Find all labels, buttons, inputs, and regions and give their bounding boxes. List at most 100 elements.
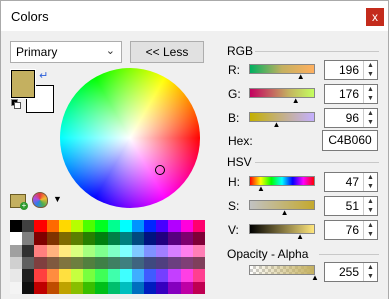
palette-swatch[interactable] bbox=[131, 256, 145, 270]
palette-swatch[interactable] bbox=[168, 269, 181, 282]
palette-swatch[interactable] bbox=[168, 244, 181, 257]
palette-swatch[interactable] bbox=[46, 256, 59, 270]
palette-swatch[interactable] bbox=[83, 281, 96, 294]
palette-swatch[interactable] bbox=[70, 256, 84, 270]
palette-swatch[interactable] bbox=[83, 244, 96, 257]
swap-colors-icon[interactable]: ↵ bbox=[39, 69, 48, 82]
palette-swatch[interactable] bbox=[156, 220, 169, 233]
palette-swatch[interactable] bbox=[168, 256, 181, 270]
green-value-input[interactable]: 176 ▲ ▼ bbox=[324, 84, 378, 104]
palette-swatch[interactable] bbox=[144, 269, 157, 282]
palette-swatch[interactable] bbox=[156, 232, 169, 245]
palette-swatch[interactable] bbox=[95, 232, 108, 245]
palette-swatch[interactable] bbox=[107, 220, 120, 233]
color-mode-select[interactable]: Primary ⌄ bbox=[10, 41, 122, 63]
palette-icon[interactable] bbox=[32, 192, 48, 208]
palette-swatch[interactable] bbox=[58, 281, 71, 294]
palette-swatch[interactable] bbox=[10, 232, 23, 245]
palette-swatch[interactable] bbox=[22, 269, 35, 282]
palette-swatch[interactable] bbox=[107, 269, 120, 282]
palette-swatch[interactable] bbox=[131, 232, 145, 245]
palette-swatch[interactable] bbox=[34, 269, 47, 282]
palette-swatch[interactable] bbox=[34, 256, 47, 270]
palette-swatch[interactable] bbox=[168, 220, 181, 233]
palette-swatch[interactable] bbox=[10, 256, 23, 270]
palette-swatch[interactable] bbox=[119, 244, 132, 257]
palette-swatch[interactable] bbox=[22, 256, 35, 270]
green-slider-thumb[interactable]: ▲ bbox=[292, 97, 300, 105]
alpha-slider-thumb[interactable]: ▲ bbox=[311, 274, 319, 282]
palette-swatch[interactable] bbox=[180, 220, 193, 233]
palette-swatch[interactable] bbox=[180, 244, 193, 257]
palette-swatch[interactable] bbox=[58, 232, 71, 245]
red-value-input[interactable]: 196 ▲ ▼ bbox=[324, 60, 378, 80]
palette-swatch[interactable] bbox=[144, 232, 157, 245]
hue-value-input[interactable]: 47 ▲ ▼ bbox=[324, 172, 378, 192]
palette-swatch[interactable] bbox=[192, 232, 205, 245]
red-slider-thumb[interactable]: ▲ bbox=[297, 73, 305, 81]
palette-swatch[interactable] bbox=[119, 269, 132, 282]
alpha-gradient-slider[interactable] bbox=[249, 265, 315, 275]
palette-swatch[interactable] bbox=[46, 244, 59, 257]
palette-swatch[interactable] bbox=[144, 244, 157, 257]
palette-swatch[interactable] bbox=[22, 244, 35, 257]
blue-slider-thumb[interactable]: ▲ bbox=[273, 121, 281, 129]
palette-swatch[interactable] bbox=[119, 256, 132, 270]
blue-spin-arrows[interactable]: ▲ ▼ bbox=[363, 109, 377, 127]
palette-swatch[interactable] bbox=[58, 256, 71, 270]
palette-swatch[interactable] bbox=[34, 220, 47, 233]
palette-menu-arrow-icon[interactable]: ▼ bbox=[53, 194, 62, 204]
palette-swatch[interactable] bbox=[58, 220, 71, 233]
palette-swatch[interactable] bbox=[168, 281, 181, 294]
add-to-palette-icon[interactable]: + bbox=[10, 194, 28, 210]
palette-swatch[interactable] bbox=[144, 256, 157, 270]
palette-swatch[interactable] bbox=[46, 232, 59, 245]
palette-swatch[interactable] bbox=[70, 244, 84, 257]
palette-swatch[interactable] bbox=[34, 244, 47, 257]
palette-swatch[interactable] bbox=[131, 220, 145, 233]
palette-swatch[interactable] bbox=[180, 269, 193, 282]
palette-swatch[interactable] bbox=[144, 281, 157, 294]
color-wheel[interactable] bbox=[60, 68, 200, 208]
red-gradient-slider[interactable] bbox=[249, 64, 315, 74]
palette-swatch[interactable] bbox=[83, 220, 96, 233]
less-button[interactable]: << Less bbox=[130, 41, 204, 63]
value-slider-thumb[interactable]: ▲ bbox=[296, 233, 304, 241]
blue-gradient-slider[interactable] bbox=[249, 112, 315, 122]
palette-swatch[interactable] bbox=[70, 232, 84, 245]
palette-swatch[interactable] bbox=[180, 232, 193, 245]
palette-swatch[interactable] bbox=[131, 281, 145, 294]
value-gradient-slider[interactable] bbox=[249, 224, 315, 234]
palette-swatch[interactable] bbox=[192, 256, 205, 270]
palette-swatch[interactable] bbox=[58, 269, 71, 282]
palette-swatch[interactable] bbox=[10, 220, 23, 233]
palette-swatch[interactable] bbox=[95, 244, 108, 257]
red-spin-arrows[interactable]: ▲ ▼ bbox=[363, 61, 377, 79]
palette-swatch[interactable] bbox=[70, 269, 84, 282]
palette-swatch[interactable] bbox=[46, 269, 59, 282]
palette-swatch[interactable] bbox=[156, 281, 169, 294]
hue-slider-thumb[interactable]: ▲ bbox=[257, 185, 265, 193]
palette-swatch[interactable] bbox=[144, 220, 157, 233]
palette-swatch[interactable] bbox=[119, 281, 132, 294]
alpha-value-input[interactable]: 255 ▲ ▼ bbox=[324, 262, 378, 282]
close-button[interactable]: x bbox=[366, 8, 384, 26]
hue-spin-arrows[interactable]: ▲ ▼ bbox=[363, 173, 377, 191]
palette-swatch[interactable] bbox=[95, 269, 108, 282]
hex-value-input[interactable]: C4B060 bbox=[322, 130, 378, 151]
palette-swatch[interactable] bbox=[180, 256, 193, 270]
palette-swatch[interactable] bbox=[168, 232, 181, 245]
palette-swatch[interactable] bbox=[107, 244, 120, 257]
blue-value-input[interactable]: 96 ▲ ▼ bbox=[324, 108, 378, 128]
palette-swatch[interactable] bbox=[131, 244, 145, 257]
palette-swatch[interactable] bbox=[95, 281, 108, 294]
palette-swatch[interactable] bbox=[10, 269, 23, 282]
palette-swatch[interactable] bbox=[156, 256, 169, 270]
reset-colors-icon[interactable] bbox=[11, 99, 21, 109]
alpha-spin-arrows[interactable]: ▲ ▼ bbox=[363, 263, 377, 281]
palette-swatch[interactable] bbox=[192, 244, 205, 257]
palette-swatch[interactable] bbox=[131, 269, 145, 282]
palette-swatch[interactable] bbox=[192, 281, 205, 294]
palette-swatch[interactable] bbox=[95, 256, 108, 270]
green-gradient-slider[interactable] bbox=[249, 88, 315, 98]
